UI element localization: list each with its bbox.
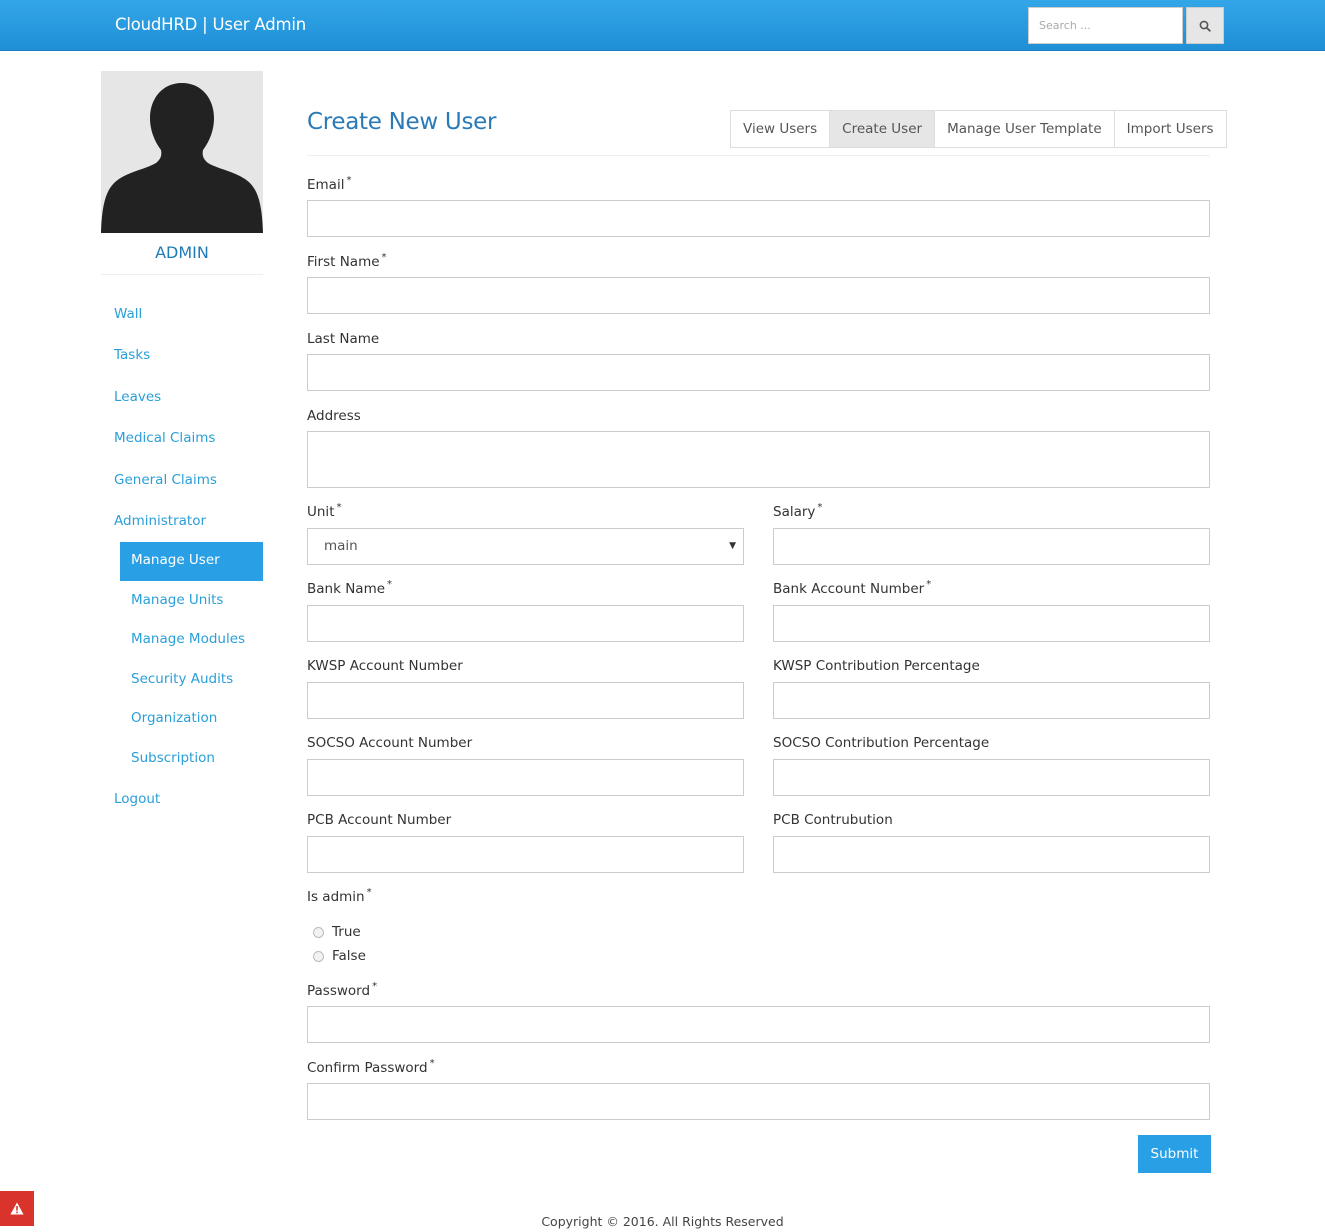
pcb-contribution-field[interactable] — [773, 836, 1210, 873]
pcb-account-label: PCB Account Number — [307, 812, 452, 828]
unit-label: Unit * — [307, 502, 342, 520]
sidebar-item-wall[interactable]: Wall — [114, 306, 142, 322]
footer-copyright: Copyright © 2016. All Rights Reserved — [541, 1214, 784, 1229]
bank-account-field[interactable] — [773, 605, 1210, 642]
socso-account-field[interactable] — [307, 759, 744, 796]
sidebar-item-administrator[interactable]: Administrator — [114, 513, 206, 529]
socso-percentage-label: SOCSO Contribution Percentage — [773, 735, 990, 751]
sidebar-item-leaves[interactable]: Leaves — [114, 389, 161, 405]
sidebar-divider — [101, 274, 263, 275]
tab-manage-user-template[interactable]: Manage User Template — [935, 111, 1115, 147]
salary-label: Salary * — [773, 502, 823, 520]
tab-import-users[interactable]: Import Users — [1114, 111, 1226, 147]
search-icon — [1199, 20, 1211, 32]
is-admin-true-radio[interactable]: True — [313, 924, 361, 940]
is-admin-label: Is admin * — [307, 887, 372, 905]
sidebar-subitem-organization[interactable]: Organization — [131, 710, 217, 726]
socso-account-label: SOCSO Account Number — [307, 735, 473, 751]
sidebar-item-general-claims[interactable]: General Claims — [114, 472, 217, 488]
kwsp-account-label: KWSP Account Number — [307, 658, 463, 674]
sidebar-subitem-subscription[interactable]: Subscription — [131, 750, 215, 766]
sidebar-item-logout[interactable]: Logout — [114, 791, 160, 807]
socso-percentage-field[interactable] — [773, 759, 1210, 796]
tab-create-user[interactable]: Create User — [830, 111, 936, 147]
sidebar-subitem-manage-modules[interactable]: Manage Modules — [131, 631, 245, 647]
sidebar-subitem-security-audits[interactable]: Security Audits — [131, 671, 233, 687]
tab-view-users[interactable]: View Users — [731, 111, 831, 147]
tab-bar: View Users Create User Manage User Templ… — [730, 110, 1227, 148]
pcb-contribution-label: PCB Contrubution — [773, 812, 893, 828]
top-navbar: CloudHRD | User Admin — [0, 0, 1325, 51]
password-field[interactable] — [307, 1006, 1210, 1043]
first-name-label: First Name * — [307, 252, 387, 270]
is-admin-false-radio[interactable]: False — [313, 948, 366, 964]
address-field[interactable] — [307, 431, 1210, 488]
kwsp-percentage-field[interactable] — [773, 682, 1210, 719]
unit-selected-value: main — [324, 538, 358, 554]
kwsp-account-field[interactable] — [307, 682, 744, 719]
app-title[interactable]: CloudHRD | User Admin — [115, 15, 306, 34]
title-divider — [307, 155, 1210, 156]
salary-field[interactable] — [773, 528, 1210, 565]
radio-circle[interactable] — [313, 926, 324, 938]
bank-name-label: Bank Name * — [307, 579, 393, 597]
radio-label-false: False — [332, 948, 366, 964]
last-name-label: Last Name — [307, 331, 380, 347]
unit-select[interactable]: main ▼ — [307, 528, 744, 565]
email-field[interactable] — [307, 200, 1210, 237]
search-input[interactable] — [1028, 7, 1183, 44]
kwsp-percentage-label: KWSP Contribution Percentage — [773, 658, 980, 674]
submit-button[interactable]: Submit — [1138, 1135, 1211, 1173]
last-name-field[interactable] — [307, 354, 1210, 391]
radio-circle[interactable] — [313, 950, 324, 962]
confirm-password-field[interactable] — [307, 1083, 1210, 1120]
sidebar-item-tasks[interactable]: Tasks — [114, 347, 150, 363]
search-button[interactable] — [1186, 7, 1224, 44]
caret-down-icon: ▼ — [729, 541, 736, 551]
bank-name-field[interactable] — [307, 605, 744, 642]
user-name: ADMIN — [155, 243, 209, 262]
pcb-account-field[interactable] — [307, 836, 744, 873]
avatar — [101, 71, 263, 233]
page-title: Create New User — [307, 109, 497, 135]
address-label: Address — [307, 408, 361, 424]
radio-label-true: True — [332, 924, 361, 940]
sidebar-item-medical-claims[interactable]: Medical Claims — [114, 430, 215, 446]
email-label: Email * — [307, 175, 352, 193]
sidebar-subitem-manage-units[interactable]: Manage Units — [131, 592, 223, 608]
sidebar-subitem-manage-user[interactable]: Manage User — [120, 542, 263, 581]
user-silhouette-icon — [101, 83, 263, 233]
first-name-field[interactable] — [307, 277, 1210, 314]
confirm-password-label: Confirm Password * — [307, 1058, 435, 1076]
bank-account-label: Bank Account Number * — [773, 579, 932, 597]
password-label: Password * — [307, 981, 378, 999]
